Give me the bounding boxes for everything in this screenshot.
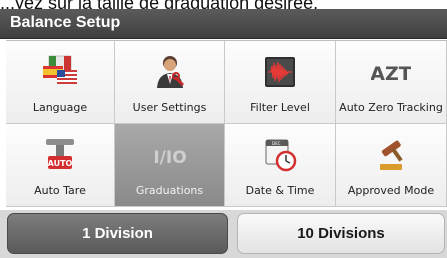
tile-label: Date & Time — [245, 184, 315, 197]
tile-label: User Settings — [132, 101, 207, 114]
tile-date-time[interactable]: DEC Date & Time — [225, 124, 336, 207]
user-settings-icon — [156, 56, 184, 88]
svg-text:I/IO: I/IO — [153, 148, 186, 168]
title-bar: Balance Setup — [0, 9, 447, 39]
auto-tare-icon: AUTO — [46, 139, 74, 169]
tile-approved-mode[interactable]: Approved Mode — [336, 124, 447, 207]
bottom-bar: 1 Division 10 Divisions — [0, 210, 447, 258]
settings-grid: Language User Settings Filter Level AZT … — [6, 40, 447, 207]
tile-label: Auto Tare — [34, 184, 86, 197]
calendar-clock-icon: DEC — [265, 139, 297, 172]
svg-text:AZT: AZT — [371, 63, 411, 85]
tile-label: Filter Level — [250, 101, 310, 114]
tile-filter-level[interactable]: Filter Level — [225, 41, 336, 124]
tile-label: Approved Mode — [347, 184, 435, 197]
gavel-icon — [380, 140, 403, 170]
ten-divisions-button[interactable]: 10 Divisions — [237, 213, 445, 254]
tile-language[interactable]: Language — [6, 41, 115, 124]
one-division-button[interactable]: 1 Division — [7, 213, 228, 254]
tile-user-settings[interactable]: User Settings — [115, 41, 225, 124]
tile-auto-zero-tracking[interactable]: AZT Auto Zero Tracking — [336, 41, 447, 124]
tile-auto-tare[interactable]: AUTO Auto Tare — [6, 124, 115, 207]
svg-text:DEC: DEC — [272, 141, 281, 146]
page-title: Balance Setup — [10, 14, 121, 31]
tile-label: Auto Zero Tracking — [339, 101, 443, 114]
azt-icon: AZT — [371, 63, 411, 85]
flags-icon — [43, 55, 77, 84]
tile-label: Graduations — [135, 184, 204, 197]
tile-label: Language — [32, 101, 88, 114]
svg-text:AUTO: AUTO — [48, 159, 73, 168]
filter-level-icon — [265, 57, 295, 87]
graduations-icon: I/IO — [153, 148, 186, 168]
tile-graduations[interactable]: I/IO Graduations — [115, 124, 225, 207]
